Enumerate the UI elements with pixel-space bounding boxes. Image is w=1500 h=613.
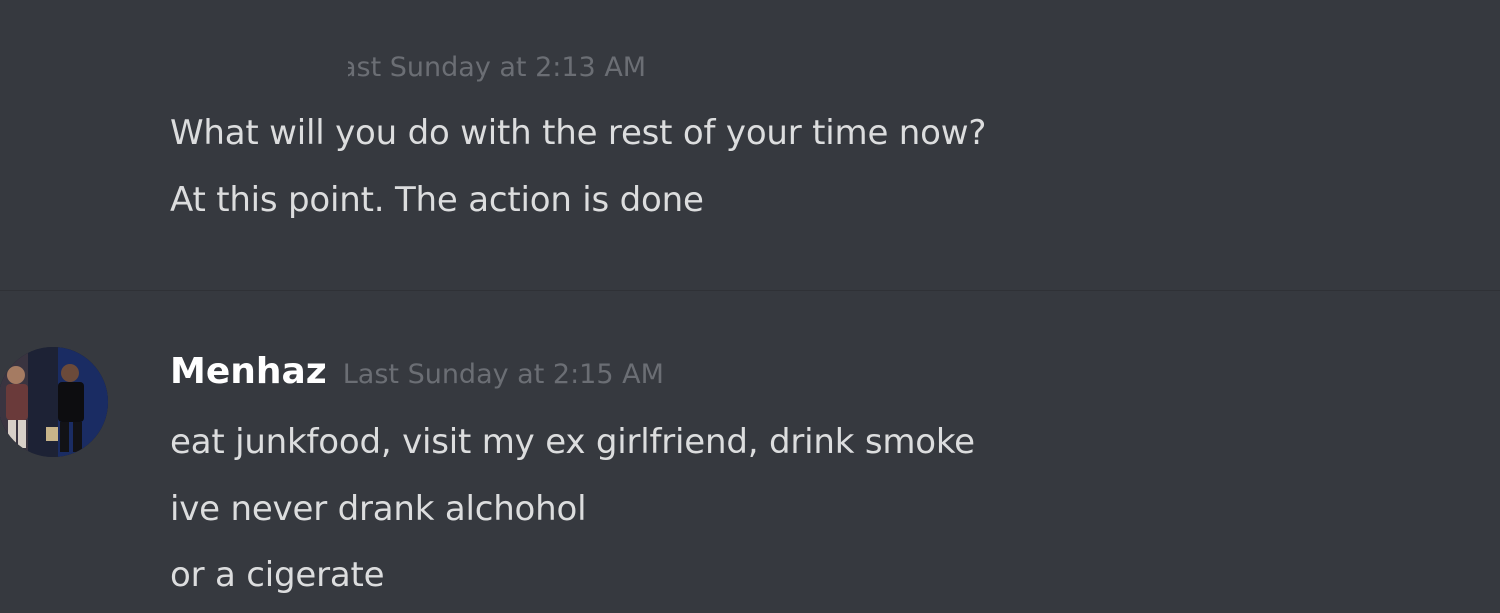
message-line: What will you do with the rest of your t… bbox=[170, 113, 987, 153]
message-line: or a cigerate bbox=[170, 555, 385, 595]
chat-message-list: ast Sunday at 2:13 AM What will you do w… bbox=[0, 0, 1500, 613]
avatar-photo-icon bbox=[0, 347, 108, 457]
message-timestamp[interactable]: Last Sunday at 2:15 AM bbox=[343, 359, 664, 390]
username[interactable]: Menhaz bbox=[170, 351, 327, 392]
avatar[interactable] bbox=[0, 347, 108, 457]
message-header: Menhaz Last Sunday at 2:15 AM bbox=[170, 351, 664, 392]
message-group: ast Sunday at 2:13 AM What will you do w… bbox=[0, 0, 1500, 290]
message-line: ive never drank alchohol bbox=[170, 489, 587, 529]
message-line: eat junkfood, visit my ex girlfriend, dr… bbox=[170, 422, 975, 462]
message-line: At this point. The action is done bbox=[170, 180, 704, 220]
message-group: Menhaz Last Sunday at 2:15 AM eat junkfoo… bbox=[0, 291, 1500, 613]
message-timestamp[interactable]: ast Sunday at 2:13 AM bbox=[348, 52, 646, 83]
